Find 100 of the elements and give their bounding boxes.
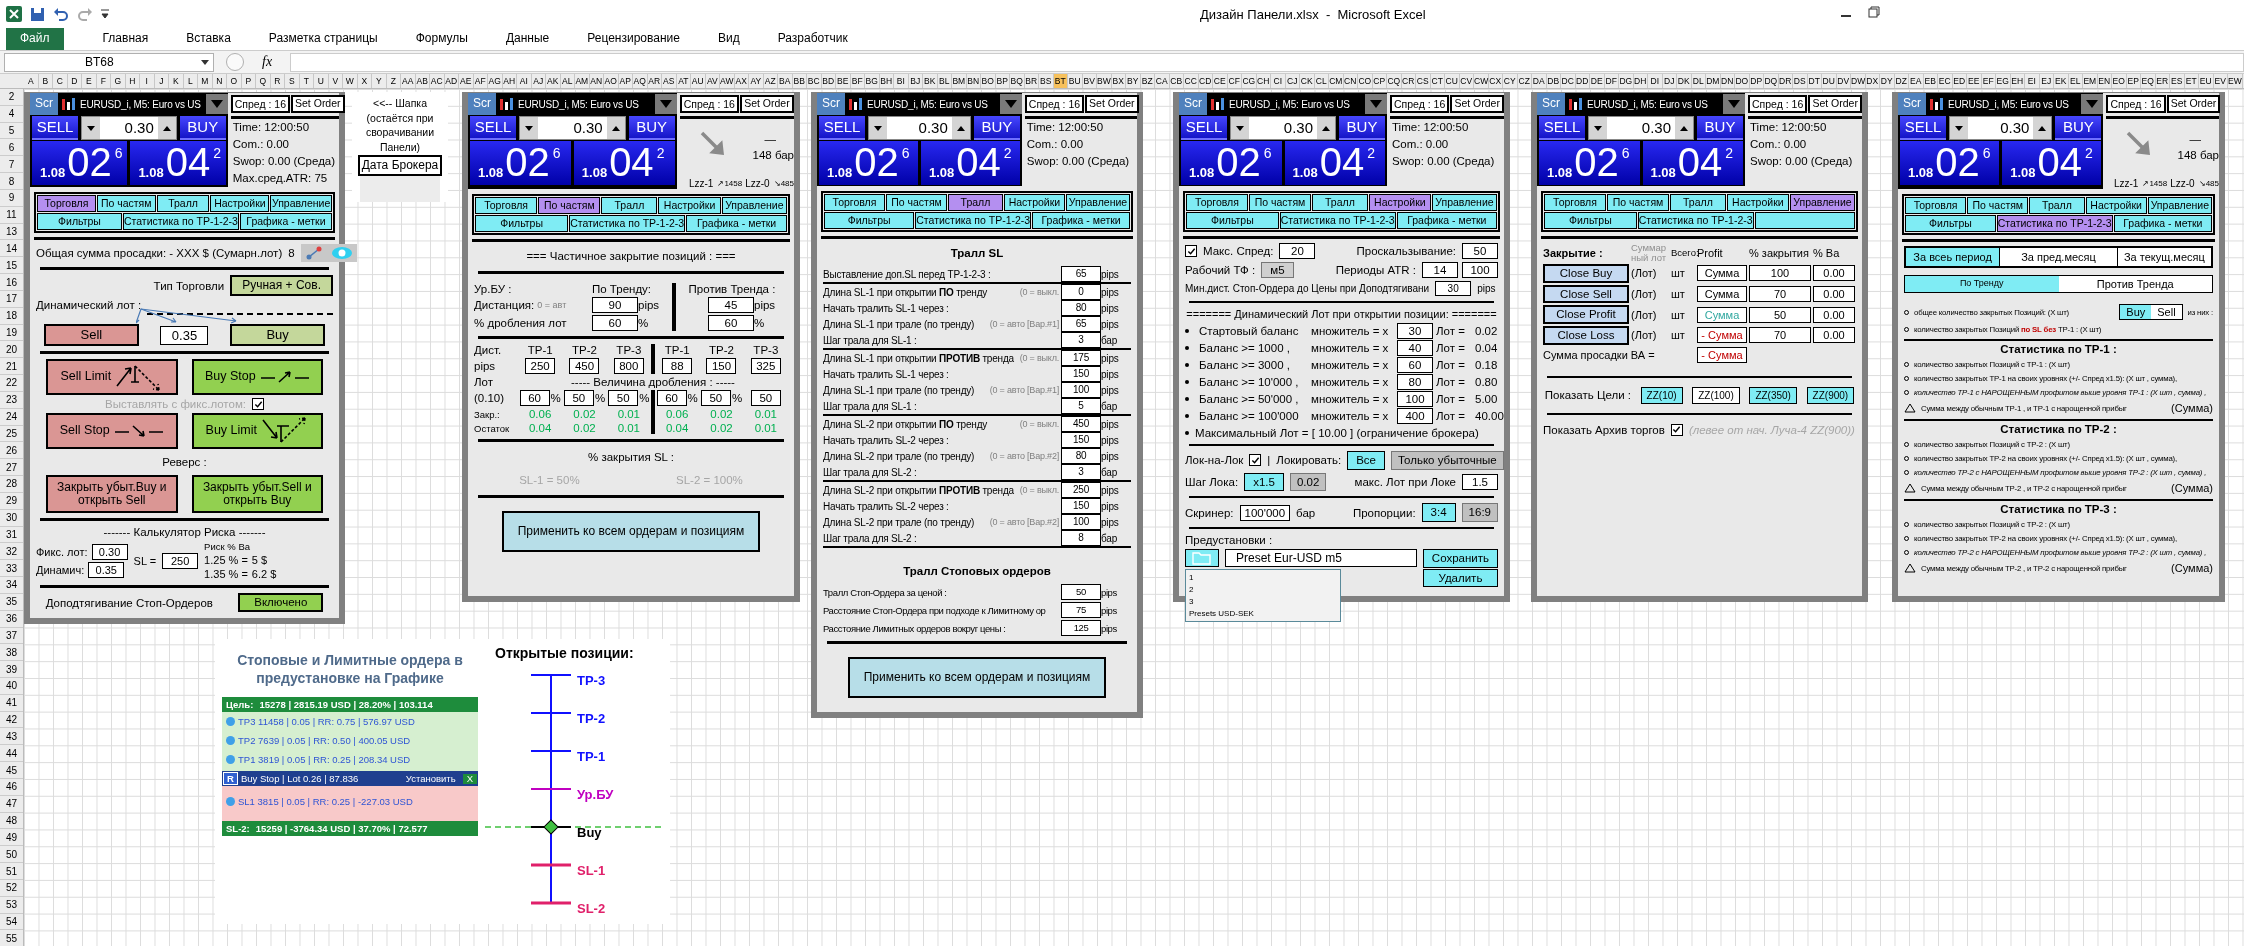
column-header[interactable]: DF <box>1604 74 1619 88</box>
column-header[interactable]: EC <box>1938 74 1953 88</box>
scr-button[interactable]: Scr <box>1179 93 1207 115</box>
column-header[interactable]: R <box>270 74 285 88</box>
column-header[interactable]: DD <box>1575 74 1590 88</box>
resize-handle-icon[interactable] <box>226 53 244 71</box>
close-button[interactable]: Close Buy <box>1543 264 1629 283</box>
column-header[interactable]: BZ <box>1140 74 1155 88</box>
input-field[interactable]: 150 <box>1061 432 1101 448</box>
input-field[interactable]: 90 <box>592 297 638 313</box>
tab[interactable]: По частям <box>1967 197 2029 214</box>
column-header[interactable]: DY <box>1880 74 1895 88</box>
column-header[interactable]: AC <box>430 74 445 88</box>
column-header[interactable]: DX <box>1865 74 1880 88</box>
column-header[interactable]: CI <box>1271 74 1286 88</box>
tab[interactable]: Фильтры <box>1544 212 1637 229</box>
column-header[interactable]: S <box>285 74 300 88</box>
column-header[interactable]: CP <box>1372 74 1387 88</box>
row-header[interactable]: 27 <box>0 459 23 477</box>
input-field[interactable]: 800 <box>613 358 644 374</box>
column-header[interactable]: DI <box>1648 74 1663 88</box>
column-header[interactable]: BS <box>1039 74 1054 88</box>
tab[interactable]: Статистика по TP-1-2-3 <box>569 215 686 232</box>
column-header[interactable]: DC <box>1561 74 1576 88</box>
buy-button[interactable]: BUY <box>628 116 675 140</box>
sell-button[interactable]: Sell <box>43 324 139 347</box>
lot-spinner[interactable]: 0.30 <box>1949 116 2053 140</box>
ribbon-tab[interactable]: Главная <box>83 32 168 46</box>
row-header[interactable]: 2 <box>0 89 23 106</box>
column-header[interactable]: AW <box>720 74 735 88</box>
column-header[interactable]: AB <box>415 74 430 88</box>
column-header[interactable]: B <box>38 74 53 88</box>
save-icon[interactable] <box>30 6 45 22</box>
column-header[interactable]: T <box>299 74 314 88</box>
tab[interactable]: Торговля <box>37 195 96 212</box>
side-button[interactable]: Sell <box>2151 305 2182 320</box>
column-header[interactable]: AN <box>589 74 604 88</box>
column-header[interactable]: AX <box>734 74 749 88</box>
column-header[interactable]: CZ <box>1517 74 1532 88</box>
sell-stop-button[interactable]: Sell Stop <box>46 413 178 450</box>
column-header[interactable]: BQ <box>1010 74 1025 88</box>
column-header[interactable]: AQ <box>633 74 648 88</box>
column-header[interactable]: EV <box>2213 74 2228 88</box>
tab[interactable]: Торговля <box>475 197 538 214</box>
input-field[interactable]: 50 <box>1061 584 1101 600</box>
input-field[interactable]: 100 <box>1397 391 1433 407</box>
column-header[interactable]: BF <box>850 74 865 88</box>
column-header[interactable]: BP <box>995 74 1010 88</box>
caret-down-icon[interactable] <box>201 59 209 65</box>
row-header[interactable]: 53 <box>0 896 23 914</box>
column-header[interactable]: EJ <box>2039 74 2054 88</box>
column-header[interactable]: AE <box>459 74 474 88</box>
menu-item[interactable]: 1 <box>1189 572 1337 582</box>
column-header[interactable]: CY <box>1503 74 1518 88</box>
column-header[interactable]: BB <box>792 74 807 88</box>
sell-limit-button[interactable]: Sell Limit <box>46 359 178 396</box>
input-field[interactable]: 50 <box>1749 306 1811 323</box>
column-header[interactable]: CJ <box>1285 74 1300 88</box>
input-field[interactable]: 80 <box>1061 300 1101 316</box>
tab[interactable]: Фильтры <box>824 212 915 229</box>
row-header[interactable]: 32 <box>0 543 23 561</box>
tab[interactable]: Управление <box>721 197 787 214</box>
reverse-button[interactable]: Закрыть убыт.Buy и открыть Sell <box>46 475 178 514</box>
input-field[interactable]: 30 <box>1435 281 1472 296</box>
menu-item[interactable]: Presets USD-SEK <box>1189 608 1337 618</box>
column-header[interactable]: CW <box>1474 74 1489 88</box>
column-header[interactable]: CB <box>1169 74 1184 88</box>
input-field[interactable]: 150 <box>1061 366 1101 382</box>
tab[interactable]: Графика - метки <box>1396 212 1497 229</box>
tab[interactable]: Статистика по TP-1-2-3 <box>123 213 239 230</box>
column-header[interactable]: G <box>111 74 126 88</box>
column-header[interactable]: A <box>24 74 39 88</box>
tab[interactable]: Статистика по TP-1-2-3 <box>1637 212 1754 229</box>
column-header[interactable]: AM <box>575 74 590 88</box>
column-header[interactable]: CF <box>1227 74 1242 88</box>
column-header[interactable]: DS <box>1793 74 1808 88</box>
tab[interactable]: По частям <box>886 194 947 211</box>
set-order-button[interactable]: Set Order <box>291 95 345 113</box>
column-header[interactable]: AA <box>401 74 416 88</box>
trade-type-button[interactable]: Ручная + Сов. <box>230 275 333 297</box>
timeframe-field[interactable]: м5 <box>1261 262 1294 278</box>
column-header[interactable]: AY <box>749 74 764 88</box>
column-header[interactable]: CD <box>1198 74 1213 88</box>
row-header[interactable]: 4 <box>0 105 23 123</box>
column-header[interactable]: CL <box>1314 74 1329 88</box>
row-header[interactable]: 51 <box>0 863 23 880</box>
tab[interactable]: Статистика по TP-1-2-3 <box>915 212 1032 229</box>
column-header[interactable]: AG <box>488 74 503 88</box>
row-header[interactable]: 20 <box>0 341 23 359</box>
row-header[interactable]: 35 <box>0 593 23 611</box>
checkbox[interactable] <box>1185 245 1197 257</box>
target-toggle[interactable]: ZZ(350) <box>1749 386 1797 404</box>
tab[interactable]: Торговля <box>1905 197 1967 214</box>
checkbox[interactable] <box>1249 454 1262 467</box>
input-field[interactable]: 100 <box>1061 382 1101 398</box>
row-header[interactable]: 39 <box>0 661 23 678</box>
excel-icon[interactable] <box>6 6 22 22</box>
close-button[interactable]: Close Sell <box>1543 284 1629 304</box>
tab[interactable]: Настройки <box>210 195 270 212</box>
buy-button[interactable]: BUY <box>2055 116 2102 140</box>
